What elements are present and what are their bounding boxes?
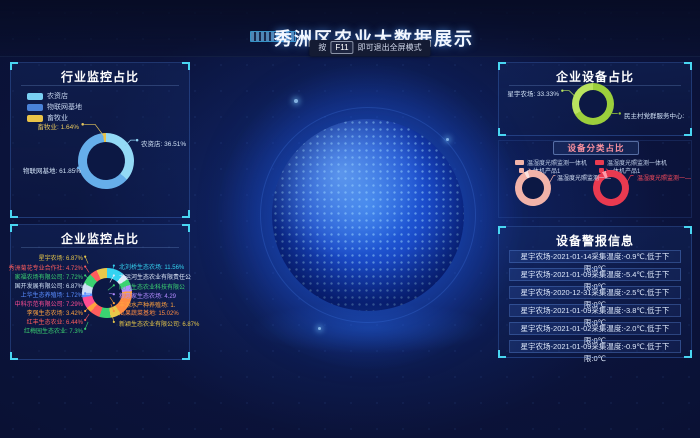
- chart-callout: 国开发展有限公司: 6.87%: [15, 281, 83, 290]
- corner-accent: [182, 210, 190, 218]
- chart-callout: 粮惠家生态农场: 4.29: [119, 291, 176, 300]
- alarm-list: 星宇农场-2021-01-14采集温度:-0.9℃,低于下限:0℃ 星宇农场-2…: [509, 250, 681, 358]
- spark-dot: [318, 327, 321, 330]
- industry-ratio-panel: 行业监控占比 农资店 物联网基地 畜牧业 畜牧业: 1.64% 农资店: 36.…: [10, 62, 190, 218]
- legend-label: 物联网基地: [47, 102, 82, 112]
- device-donut-chart[interactable]: [572, 83, 614, 125]
- chart-callout: 秀洲菊花专业合作社: 4.72%: [9, 263, 83, 272]
- chart-callout: 瓜果蔬菜基地: 15.02%: [119, 308, 179, 317]
- corner-accent: [498, 128, 506, 136]
- chart-callout: 大运河生态农业有限责任公: [119, 272, 191, 281]
- chart-callout: 星宇农场: 33.33%: [507, 88, 559, 98]
- globe: [272, 119, 464, 311]
- enterprise-ratio-panel: 企业监控占比 星宇农场: 6.87% 秀洲菊花专业合作社: 4.72% 家福农场…: [10, 224, 190, 360]
- chart-callout: 陡门生态农业科技有限公: [119, 282, 185, 291]
- legend-swatch: [27, 104, 43, 111]
- enterprise-panel-title: 企业监控占比: [11, 230, 189, 247]
- legend-swatch: [515, 160, 524, 165]
- legend-item[interactable]: 农资店: [27, 91, 68, 101]
- alarm-row: 星宇农场-2021-01-09采集温度:-3.8℃,低于下限:0℃: [509, 304, 681, 317]
- chart-callout: 新颖生态农业有限公司: 6.87%: [119, 319, 199, 328]
- chart-callout: 家福农场有限公司: 7.72%: [15, 272, 83, 281]
- chart-callout: 上华生态养殖场: 1.72%: [21, 290, 83, 299]
- alarm-row: 星宇农场-2021-01-02采集温度:-2.0℃,低于下限:0℃: [509, 322, 681, 335]
- donut-hole: [579, 90, 607, 118]
- chart-callout: 农资店: 36.51%: [141, 138, 186, 148]
- industry-panel-title: 行业监控占比: [11, 68, 189, 85]
- chart-callout: 民主村党群服务中心:: [624, 110, 684, 120]
- chart-callout: 中科示范有限公司: 7.29%: [15, 299, 83, 308]
- hint-prefix: 按: [318, 43, 326, 52]
- f11-key-badge: F11: [330, 41, 353, 54]
- device-class-panel: 设备分类占比 温湿度光照监测一体机 一体机产品1 温湿度光照监测一体机 一体机产…: [498, 140, 692, 218]
- alarm-info-panel: 设备警报信息 星宇农场-2021-01-14采集温度:-0.9℃,低于下限:0℃…: [498, 226, 692, 358]
- device-class-title: 设备分类占比: [553, 141, 639, 155]
- chart-callout: 北刘桥生态农场: 11.56%: [119, 262, 184, 271]
- chart-callout: 温湿度光照监测一—: [557, 173, 611, 182]
- legend-label: 农资店: [47, 91, 68, 101]
- chart-callout: 星宇农场: 6.87%: [39, 253, 83, 262]
- alarm-row: 星宇农场-2021-01-09采集温度:-5.4℃,低于下限:0℃: [509, 268, 681, 281]
- dashboard: 秀洲区农业大数据展示 按F11即可退出全屏模式 行业监控占比 农资店 物联网基地…: [0, 0, 700, 438]
- donut-hole: [518, 173, 548, 203]
- chart-callout: 红梅园生态农业: 7.3%: [24, 326, 83, 335]
- alarm-row: 星宇农场-2021-01-09采集温度:-0.9℃,低于下限:0℃: [509, 340, 681, 353]
- chart-callout: 畜牧业: 1.64%: [37, 121, 79, 131]
- chart-callout: 红丰生态农业: 6.44%: [27, 317, 83, 326]
- panel-divider: [21, 247, 179, 248]
- device-ratio-panel: 企业设备占比 星宇农场: 33.33% 民主村党群服务中心:: [498, 62, 692, 136]
- fullscreen-hint: 按 F11 即可退出全屏模式: [309, 40, 430, 56]
- chart-callout: 温湿度光照监测一—: [637, 173, 691, 182]
- industry-donut-chart[interactable]: [75, 130, 137, 192]
- corner-accent: [182, 352, 190, 360]
- donut-hole: [92, 278, 122, 308]
- legend-item[interactable]: 物联网基地: [27, 102, 82, 112]
- panel-divider: [21, 85, 179, 86]
- spark-dot: [446, 138, 449, 141]
- donut-hole: [85, 140, 127, 182]
- alarm-row: 星宇农场-2020-12-31采集温度:-2.5℃,低于下限:0℃: [509, 286, 681, 299]
- chart-callout: 李强生态农场: 3.42%: [27, 308, 83, 317]
- hint-suffix: 即可退出全屏模式: [358, 43, 422, 52]
- corner-accent: [10, 210, 18, 218]
- alarm-panel-title: 设备警报信息: [499, 232, 691, 249]
- corner-accent: [684, 128, 692, 136]
- corner-accent: [10, 352, 18, 360]
- legend-swatch: [595, 160, 604, 165]
- corner-accent: [684, 350, 692, 358]
- chart-callout: 物联网基地: 61.85%: [23, 165, 81, 175]
- corner-accent: [498, 350, 506, 358]
- spark-dot: [294, 99, 298, 103]
- alarm-row: 星宇农场-2021-01-14采集温度:-0.9℃,低于下限:0℃: [509, 250, 681, 263]
- legend-swatch: [27, 93, 43, 100]
